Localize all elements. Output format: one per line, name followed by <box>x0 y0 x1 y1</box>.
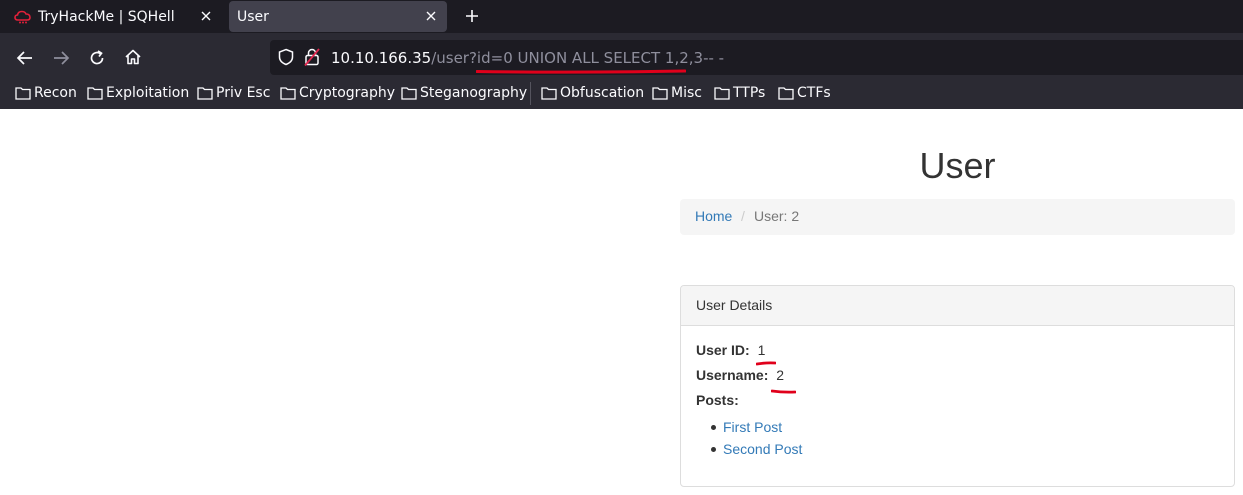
username-label: Username: <box>696 367 769 383</box>
folder-icon <box>87 87 103 100</box>
bookmark-label: Cryptography <box>299 85 396 101</box>
close-tab-icon[interactable] <box>198 8 214 24</box>
posts-field: Posts: <box>696 392 739 408</box>
username-value: 2 <box>776 367 785 383</box>
folder-icon <box>778 87 794 100</box>
folder-icon <box>714 87 730 100</box>
username-field: Username: 2 <box>696 367 784 383</box>
tab-user[interactable]: User <box>229 1 447 32</box>
breadcrumb-home-link[interactable]: Home <box>695 208 732 224</box>
tab-tryhackme-sqhell[interactable]: TryHackMe | SQHell <box>4 1 222 32</box>
red-annotation-underline <box>756 361 776 366</box>
user-id-value: 1 <box>757 342 766 358</box>
red-annotation-underline <box>771 389 796 394</box>
breadcrumb-current: User: 2 <box>754 208 800 224</box>
bookmark-folder-ttps[interactable]: TTPs <box>714 83 765 103</box>
tab-label: TryHackMe | SQHell <box>38 8 175 25</box>
folder-icon <box>652 87 668 100</box>
folder-icon <box>197 87 213 100</box>
url-text[interactable]: 10.10.166.35/user?id=0 UNION ALL SELECT … <box>331 49 724 67</box>
reload-icon[interactable] <box>86 47 108 69</box>
first-post-link[interactable]: First Post <box>723 419 782 435</box>
breadcrumb-separator: / <box>741 208 745 224</box>
forward-arrow-icon[interactable] <box>50 47 72 69</box>
bookmark-folder-priv-esc[interactable]: Priv Esc <box>197 83 270 103</box>
list-item: Second Post <box>711 440 802 462</box>
tracking-protection-shield-icon[interactable] <box>277 48 295 66</box>
bullet <box>711 425 716 430</box>
bookmark-label: Misc <box>671 85 702 101</box>
panel-title: User Details <box>696 297 773 313</box>
bookmarks-separator <box>530 82 531 105</box>
tryhackme-icon <box>14 8 32 26</box>
bookmark-label: Priv Esc <box>216 85 271 101</box>
bookmark-folder-exploitation[interactable]: Exploitation <box>87 83 189 103</box>
url-host: 10.10.166.35 <box>331 49 432 67</box>
user-id-label: User ID: <box>696 342 750 358</box>
list-item: First Post <box>711 418 802 440</box>
folder-icon <box>401 87 417 100</box>
bookmark-folder-recon[interactable]: Recon <box>15 83 77 103</box>
bookmark-folder-obfuscation[interactable]: Obfuscation <box>541 83 644 103</box>
bookmark-label: Steganography <box>420 85 528 101</box>
posts-list: First Post Second Post <box>711 418 802 462</box>
user-id-field: User ID: 1 <box>696 342 765 358</box>
insecure-lock-icon[interactable] <box>303 47 321 67</box>
url-query: 0 UNION ALL SELECT 1,2,3-- - <box>503 49 725 67</box>
folder-icon <box>15 87 31 100</box>
folder-icon <box>541 87 557 100</box>
url-path: /user?id= <box>431 49 504 67</box>
second-post-link[interactable]: Second Post <box>723 441 802 457</box>
bookmark-folder-misc[interactable]: Misc <box>652 83 702 103</box>
breadcrumb: Home / User: 2 <box>680 199 1235 235</box>
tab-label: User <box>237 8 269 25</box>
close-tab-icon[interactable] <box>423 8 439 24</box>
posts-label: Posts: <box>696 392 739 408</box>
bookmark-label: Obfuscation <box>560 85 645 101</box>
folder-icon <box>280 87 296 100</box>
panel-heading: User Details <box>681 286 1234 326</box>
bookmark-label: Exploitation <box>106 85 190 101</box>
red-annotation-underline <box>476 69 686 74</box>
bullet <box>711 447 716 452</box>
home-icon[interactable] <box>122 46 144 68</box>
back-arrow-icon[interactable] <box>14 47 36 69</box>
bookmark-folder-steganography[interactable]: Steganography <box>401 83 527 103</box>
page-title: User <box>919 145 996 186</box>
bookmark-label: TTPs <box>733 85 766 101</box>
bookmark-label: CTFs <box>797 85 831 101</box>
new-tab-icon[interactable] <box>462 6 482 26</box>
user-details-panel: User Details User ID: 1 Username: 2 Post… <box>680 285 1235 487</box>
bookmark-folder-cryptography[interactable]: Cryptography <box>280 83 395 103</box>
bookmark-label: Recon <box>34 85 77 101</box>
bookmark-folder-ctfs[interactable]: CTFs <box>778 83 831 103</box>
